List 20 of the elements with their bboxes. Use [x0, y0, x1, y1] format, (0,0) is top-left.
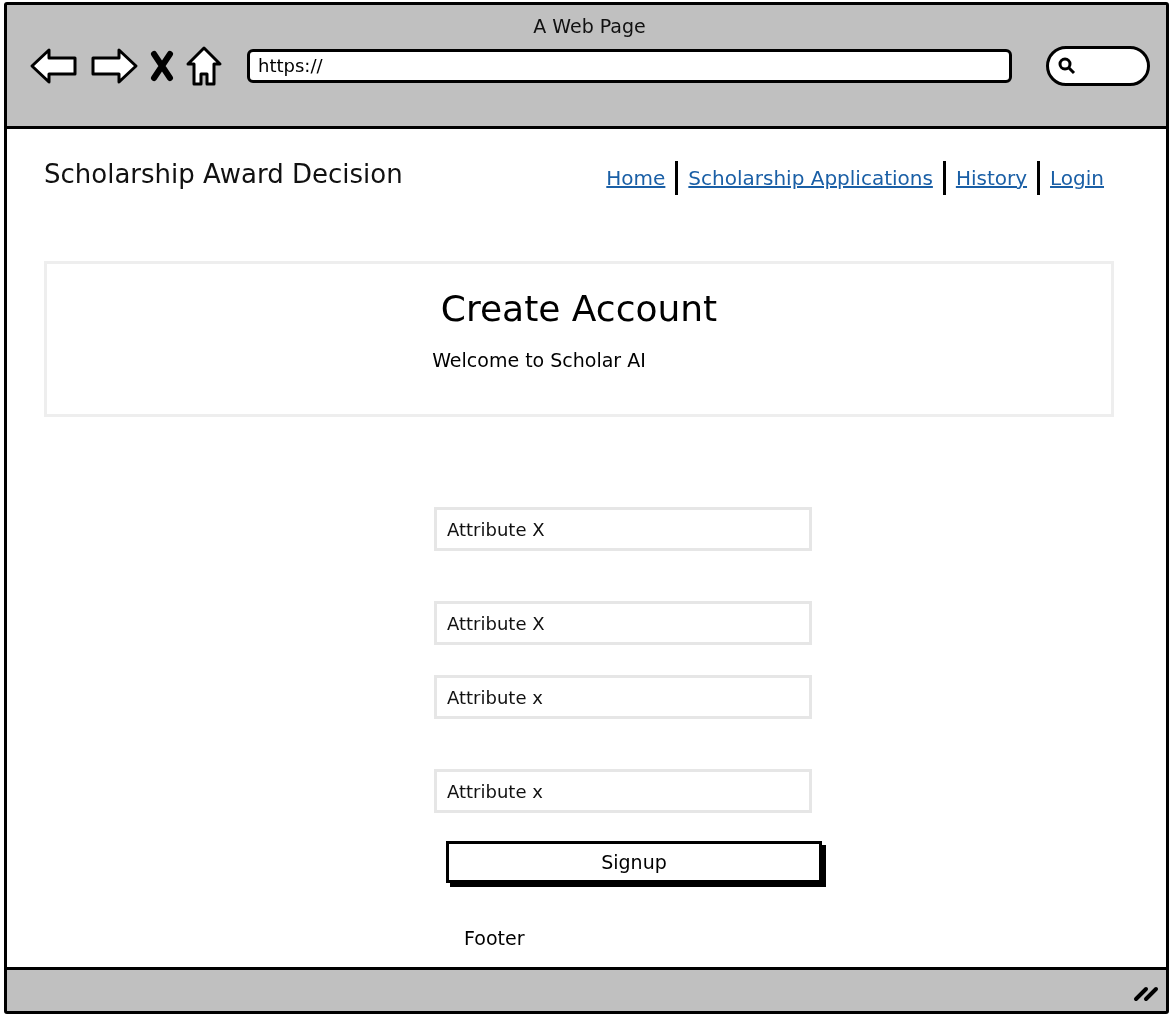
nav-link[interactable]: History [942, 161, 1038, 195]
input-field[interactable]: Attribute X [434, 507, 812, 551]
search-icon [1057, 56, 1077, 76]
window-title: A Web Page [533, 15, 646, 37]
footer-text: Footer [464, 927, 525, 949]
url-field[interactable]: https:// [247, 49, 1012, 83]
input-field[interactable]: Attribute X [434, 601, 812, 645]
search-field[interactable] [1046, 46, 1150, 86]
home-icon[interactable] [185, 45, 223, 87]
page-heading: Create Account [440, 288, 718, 329]
nav-link[interactable]: Scholarship Applications [675, 161, 943, 195]
close-icon[interactable] [149, 49, 175, 83]
forward-icon[interactable] [89, 46, 139, 86]
back-icon[interactable] [29, 46, 79, 86]
nav-link[interactable]: Home [596, 161, 676, 195]
input-field[interactable]: Attribute x [434, 675, 812, 719]
welcome-text: Welcome to Scholar AI [432, 349, 646, 371]
nav-link[interactable]: Login [1037, 161, 1114, 195]
input-field[interactable]: Attribute x [434, 769, 812, 813]
site-title: Scholarship Award Decision [44, 159, 403, 189]
